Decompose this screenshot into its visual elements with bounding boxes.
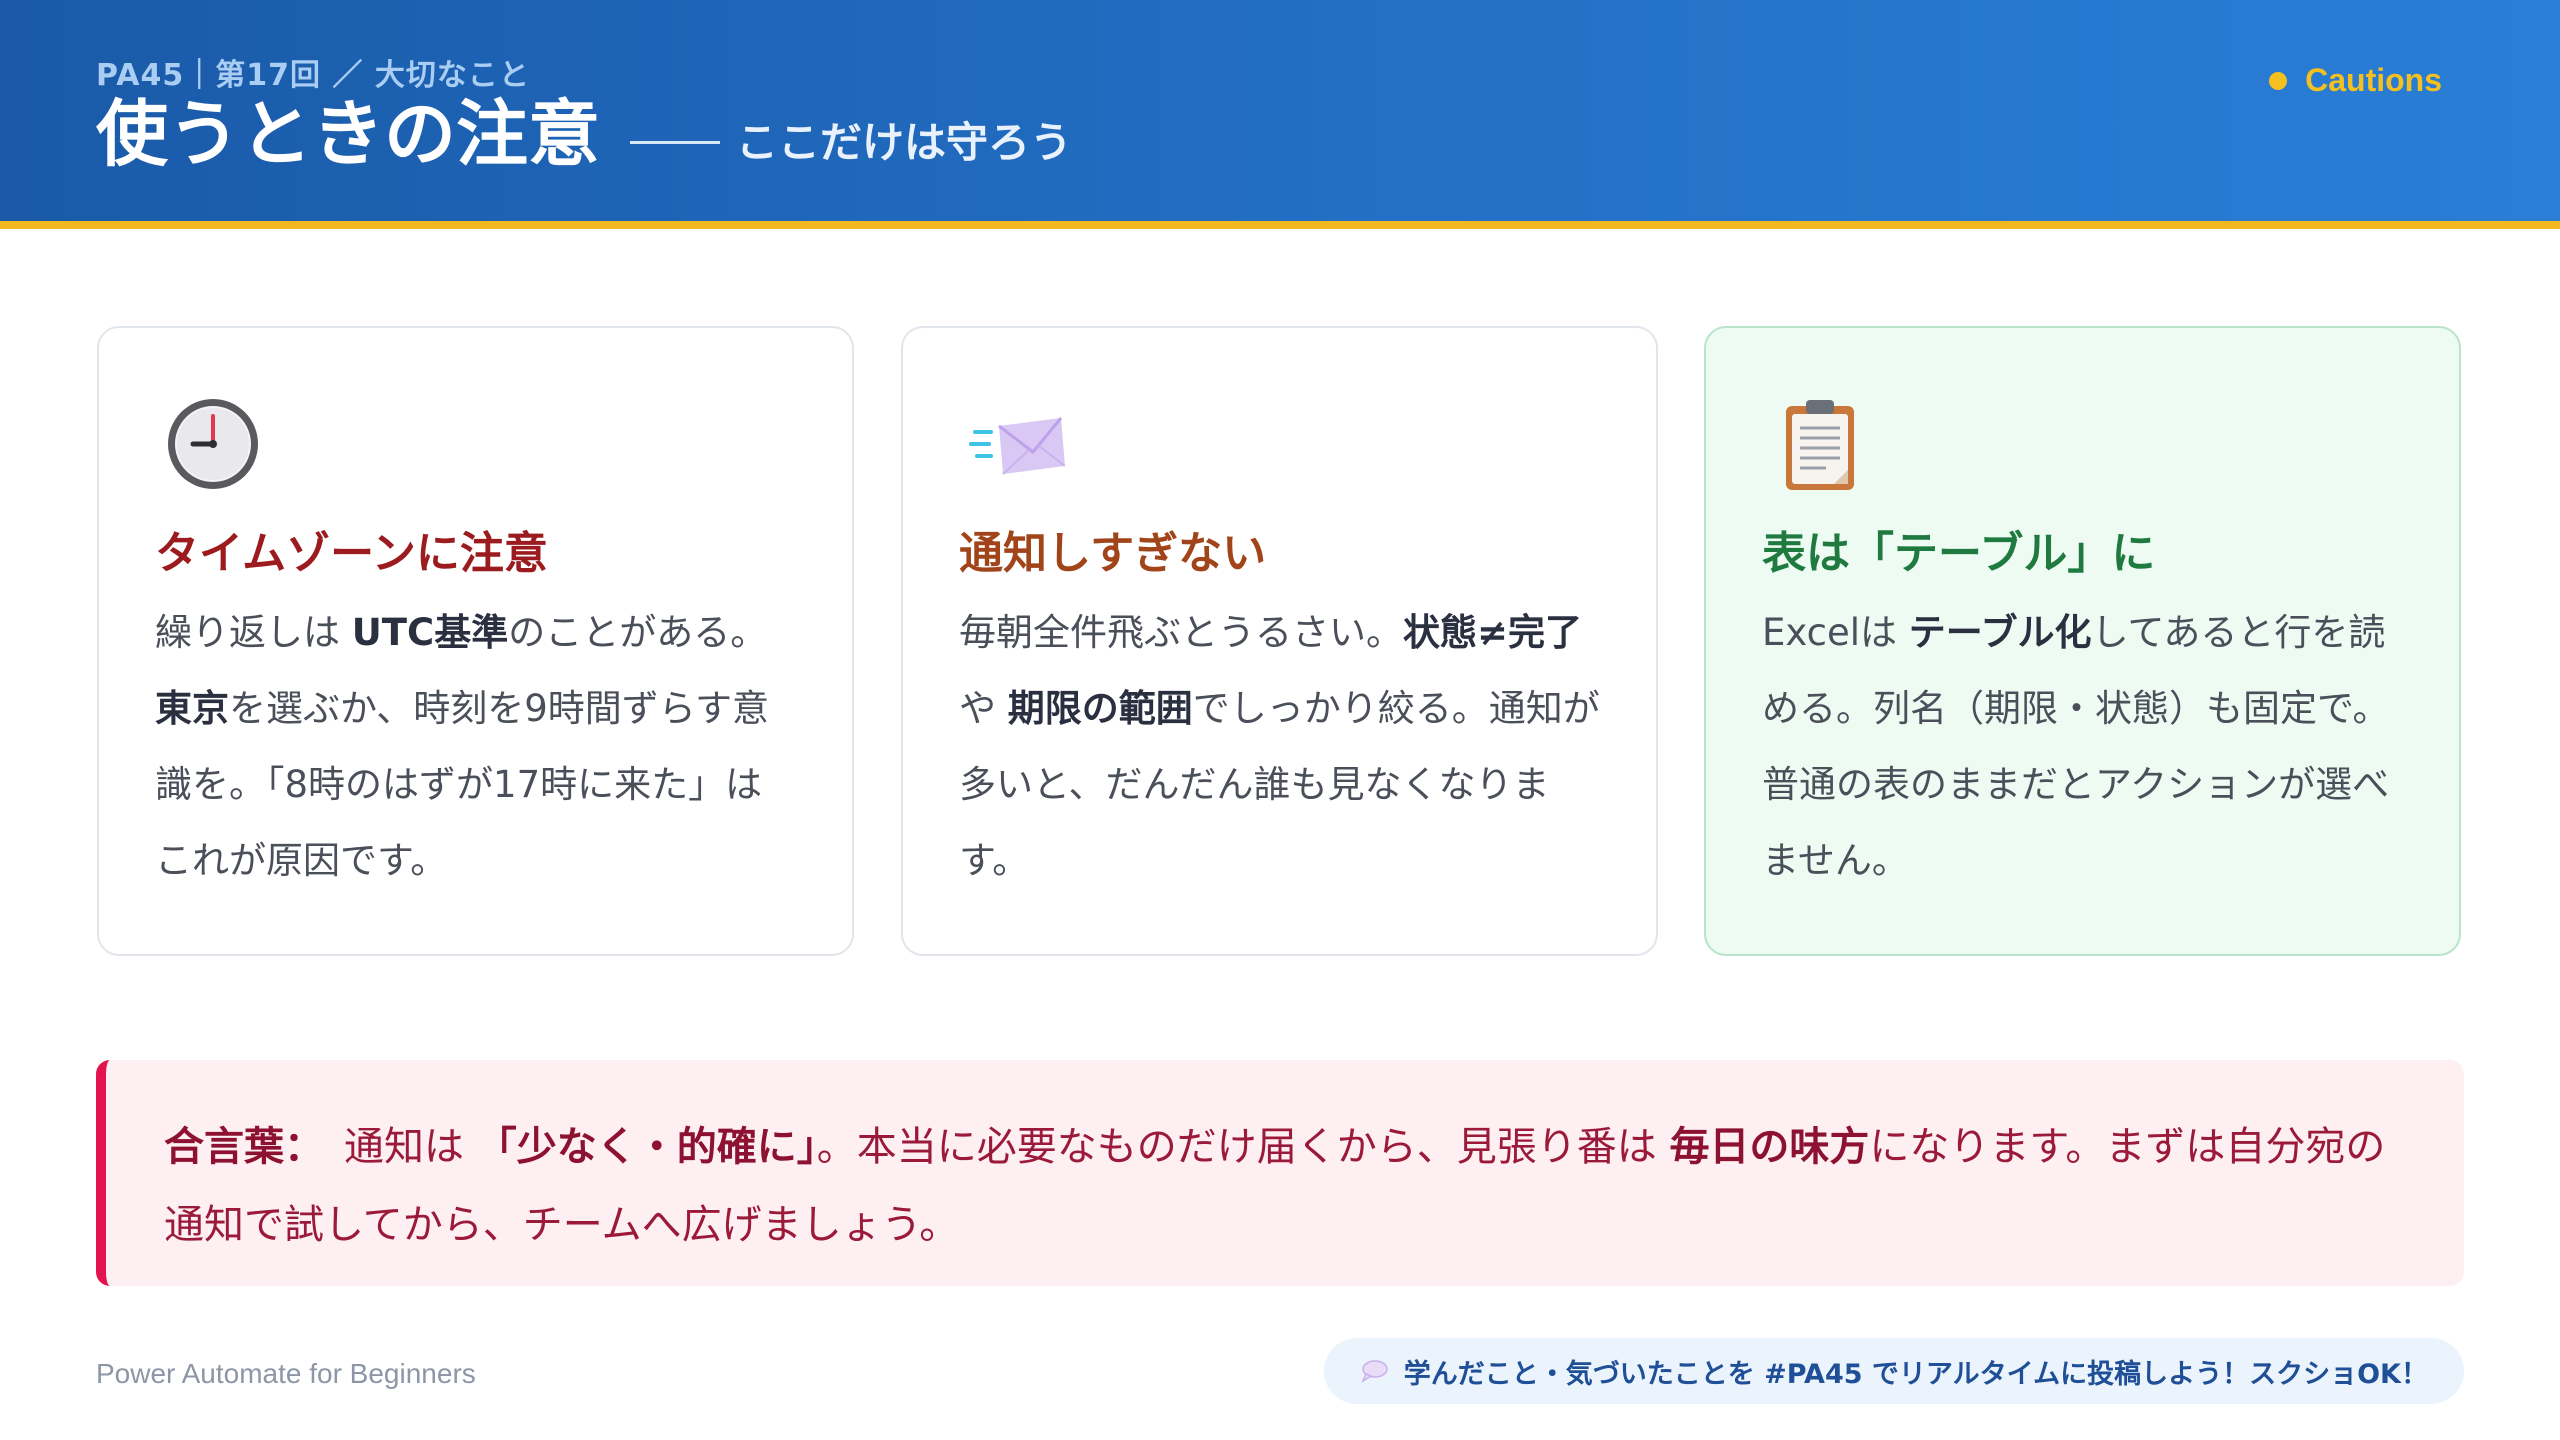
callout-text: 通知は — [344, 1124, 477, 1170]
card-body: Excelは テーブル化してあると行を読める。列名（期限・状態）も固定で。普通の… — [1762, 595, 2403, 899]
page-subtitle: ここだけは守ろう — [736, 118, 1073, 167]
body-text: Excelは — [1762, 610, 1909, 654]
card-title: 表は「テーブル」に — [1762, 528, 2156, 579]
motto-callout: 合言葉： 通知は 「少なく・的確に」。本当に必要なものだけ届くから、見張り番は 毎… — [96, 1060, 2464, 1286]
card-body: 毎朝全件飛ぶとうるさい。状態≠完了 や 期限の範囲でしっかり絞る。通知が多いと、… — [959, 595, 1600, 899]
page-title: 使うときの注意 — [96, 92, 601, 176]
body-emphasis: テーブル化 — [1908, 610, 2092, 654]
body-emphasis: 状態≠完了 — [1403, 610, 1583, 654]
breadcrumb: PA45｜第17回 ／ 大切なこと — [96, 58, 530, 93]
body-emphasis: 期限の範囲 — [1007, 686, 1193, 730]
clipboard-icon — [1786, 400, 1854, 490]
callout-label: 合言葉： — [164, 1124, 324, 1170]
callout-text: 。本当に必要なものだけ届くから、見張り番は — [816, 1124, 1670, 1170]
callout-emphasis: 「少なく・的確に」 — [476, 1124, 817, 1170]
envelope-icon — [969, 417, 1066, 475]
body-text: を選ぶか、時刻を9時間ずらす意識を。「8時のはずが17時に来た」はこれが原因です… — [155, 686, 770, 882]
badge-label: Cautions — [2305, 62, 2442, 98]
cautions-badge: Cautions — [2269, 62, 2442, 99]
card-title: 通知しすぎない — [959, 528, 1267, 579]
body-text: のことがある。 — [508, 610, 768, 654]
speech-bubble-icon — [1361, 1360, 1388, 1383]
body-text: 繰り返しは — [155, 610, 352, 654]
clock-icon — [168, 399, 258, 489]
title-row: 使うときの注意 ここだけは守ろう — [96, 98, 1072, 170]
pill-text: 学んだこと・気づいたことを #PA45 でリアルタイムに投稿しよう！スクショOK… — [1403, 1358, 2428, 1390]
card-timezone: タイムゾーンに注意 繰り返しは UTC基準のことがある。東京を選ぶか、時刻を9時… — [97, 326, 854, 956]
card-title: タイムゾーンに注意 — [155, 528, 548, 579]
header-banner: PA45｜第17回 ／ 大切なこと 使うときの注意 ここだけは守ろう Cauti… — [0, 0, 2560, 229]
body-emphasis: 東京 — [155, 686, 229, 730]
badge-dot-icon — [2269, 71, 2288, 90]
body-text: や — [959, 686, 1008, 730]
hashtag-pill: 学んだこと・気づいたことを #PA45 でリアルタイムに投稿しよう！スクショOK… — [1323, 1338, 2464, 1404]
body-emphasis: UTC基準 — [351, 610, 509, 654]
title-divider — [630, 141, 721, 144]
card-table: 表は「テーブル」に Excelは テーブル化してあると行を読める。列名（期限・状… — [1704, 326, 2461, 956]
callout-emphasis: 毎日の味方 — [1669, 1124, 1870, 1170]
card-body: 繰り返しは UTC基準のことがある。東京を選ぶか、時刻を9時間ずらす意識を。「8… — [155, 595, 796, 899]
card-notifications: 通知しすぎない 毎朝全件飛ぶとうるさい。状態≠完了 や 期限の範囲でしっかり絞る… — [901, 326, 1658, 956]
footer-course-name: Power Automate for Beginners — [96, 1358, 476, 1389]
body-text: 毎朝全件飛ぶとうるさい。 — [959, 610, 1403, 654]
